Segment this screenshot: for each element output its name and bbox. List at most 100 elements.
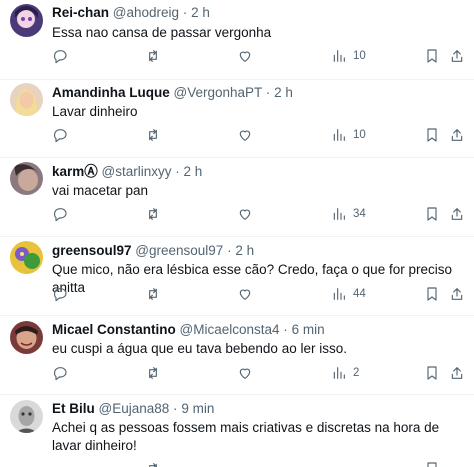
bookmark-button[interactable]	[424, 461, 440, 467]
views-icon	[333, 129, 345, 141]
reply-header: Amandinha Luque @VergonhaPT · 2 h	[52, 85, 293, 101]
reply-text: Achei q as pessoas fossem mais criativas…	[52, 420, 440, 453]
timestamp[interactable]: 2 h	[184, 164, 203, 179]
separator-dot: ·	[227, 243, 232, 258]
user-handle[interactable]: @VergonhaPT	[174, 85, 263, 100]
reply-header: Micael Constantino @Micaelconsta4 · 6 mi…	[52, 322, 325, 338]
share-icon	[451, 367, 463, 379]
bookmark-button[interactable]	[424, 365, 440, 381]
display-name[interactable]: Amandinha Luque	[52, 85, 170, 100]
avatar[interactable]	[10, 83, 43, 116]
display-name[interactable]: Micael Constantino	[52, 322, 176, 337]
reply-button[interactable]	[52, 206, 68, 222]
bookmark-icon	[427, 462, 437, 467]
avatar[interactable]	[10, 162, 43, 195]
views-count: 10	[353, 129, 366, 141]
user-handle[interactable]: @greensoul97	[135, 243, 223, 258]
reply-button[interactable]	[52, 286, 68, 302]
user-handle[interactable]: @ahodreig	[113, 5, 179, 20]
share-button[interactable]	[449, 206, 465, 222]
timestamp[interactable]: 2 h	[191, 5, 210, 20]
views-icon	[333, 208, 345, 220]
display-name[interactable]: Rei-chan	[52, 5, 109, 20]
views-button[interactable]: 10	[331, 127, 366, 143]
like-icon	[239, 289, 251, 300]
views-count: 44	[353, 288, 366, 300]
reply-header: greensoul97 @greensoul97 · 2 h	[52, 243, 254, 259]
timestamp[interactable]: 2 h	[274, 85, 293, 100]
reply-button[interactable]	[52, 48, 68, 64]
user-handle[interactable]: @starlinxyy	[102, 164, 172, 179]
retweet-button[interactable]	[145, 127, 161, 143]
views-button[interactable]: 44	[331, 286, 366, 302]
user-handle[interactable]: @Eujana88	[99, 401, 170, 416]
share-button[interactable]	[449, 127, 465, 143]
reply-item[interactable]: Rei-chan @ahodreig · 2 h Essa nao cansa …	[0, 0, 474, 80]
avatar[interactable]	[10, 241, 43, 274]
views-count: 34	[353, 208, 366, 220]
retweet-icon	[149, 463, 157, 467]
timestamp[interactable]: 2 h	[235, 243, 254, 258]
reply-icon	[54, 367, 67, 381]
retweet-icon	[149, 367, 157, 379]
reply-icon	[54, 208, 67, 222]
bookmark-icon	[427, 207, 437, 221]
bookmark-button[interactable]	[424, 48, 440, 64]
reply-header: Et Bilu @Eujana88 · 9 min	[52, 401, 214, 417]
bookmark-icon	[427, 366, 437, 380]
share-icon	[451, 288, 463, 300]
reply-button[interactable]	[52, 365, 68, 381]
retweet-icon	[149, 288, 157, 300]
retweet-button[interactable]	[145, 286, 161, 302]
user-handle[interactable]: @Micaelconsta4	[180, 322, 280, 337]
replies-feed: Rei-chan @ahodreig · 2 h Essa nao cansa …	[0, 0, 474, 467]
like-button[interactable]	[237, 365, 253, 381]
avatar[interactable]	[10, 4, 43, 37]
views-button[interactable]: 10	[331, 48, 366, 64]
bookmark-button[interactable]	[424, 286, 440, 302]
separator-dot: ·	[283, 322, 288, 337]
reply-item[interactable]: karmⒶ @starlinxyy · 2 h vai macetar pan …	[0, 157, 474, 237]
retweet-button[interactable]	[145, 365, 161, 381]
display-name[interactable]: karmⒶ	[52, 164, 98, 179]
avatar[interactable]	[10, 400, 43, 433]
like-icon	[239, 130, 251, 141]
bookmark-icon	[427, 287, 437, 301]
timestamp[interactable]: 6 min	[292, 322, 325, 337]
bookmark-icon	[427, 128, 437, 142]
reply-text: Que mico, não era lésbica esse cão? Cred…	[52, 262, 452, 295]
bookmark-icon	[427, 49, 437, 63]
retweet-icon	[149, 50, 157, 62]
separator-dot: ·	[182, 5, 188, 20]
like-button[interactable]	[237, 206, 253, 222]
reply-item[interactable]: Amandinha Luque @VergonhaPT · 2 h Lavar …	[0, 79, 474, 158]
share-button[interactable]	[449, 48, 465, 64]
bookmark-button[interactable]	[424, 127, 440, 143]
retweet-button[interactable]	[145, 461, 161, 467]
retweet-button[interactable]	[145, 206, 161, 222]
like-icon	[239, 51, 251, 62]
bookmark-button[interactable]	[424, 206, 440, 222]
share-button[interactable]	[449, 286, 465, 302]
reply-item[interactable]: Et Bilu @Eujana88 · 9 min Achei q as pes…	[0, 394, 474, 467]
like-icon	[239, 368, 251, 379]
avatar[interactable]	[10, 321, 43, 354]
views-icon	[333, 367, 345, 379]
reply-icon	[54, 50, 67, 64]
like-icon	[239, 209, 251, 220]
reply-button[interactable]	[52, 127, 68, 143]
share-button[interactable]	[449, 365, 465, 381]
views-button[interactable]: 34	[331, 206, 366, 222]
views-button[interactable]: 2	[331, 365, 359, 381]
reply-item[interactable]: Micael Constantino @Micaelconsta4 · 6 mi…	[0, 315, 474, 395]
reply-icon	[54, 129, 67, 143]
display-name[interactable]: Et Bilu	[52, 401, 95, 416]
display-name[interactable]: greensoul97	[52, 243, 132, 258]
like-button[interactable]	[237, 127, 253, 143]
share-icon	[451, 50, 463, 62]
reply-item[interactable]: greensoul97 @greensoul97 · 2 h Que mico,…	[0, 236, 474, 316]
like-button[interactable]	[237, 48, 253, 64]
timestamp[interactable]: 9 min	[181, 401, 214, 416]
retweet-button[interactable]	[145, 48, 161, 64]
like-button[interactable]	[237, 286, 253, 302]
